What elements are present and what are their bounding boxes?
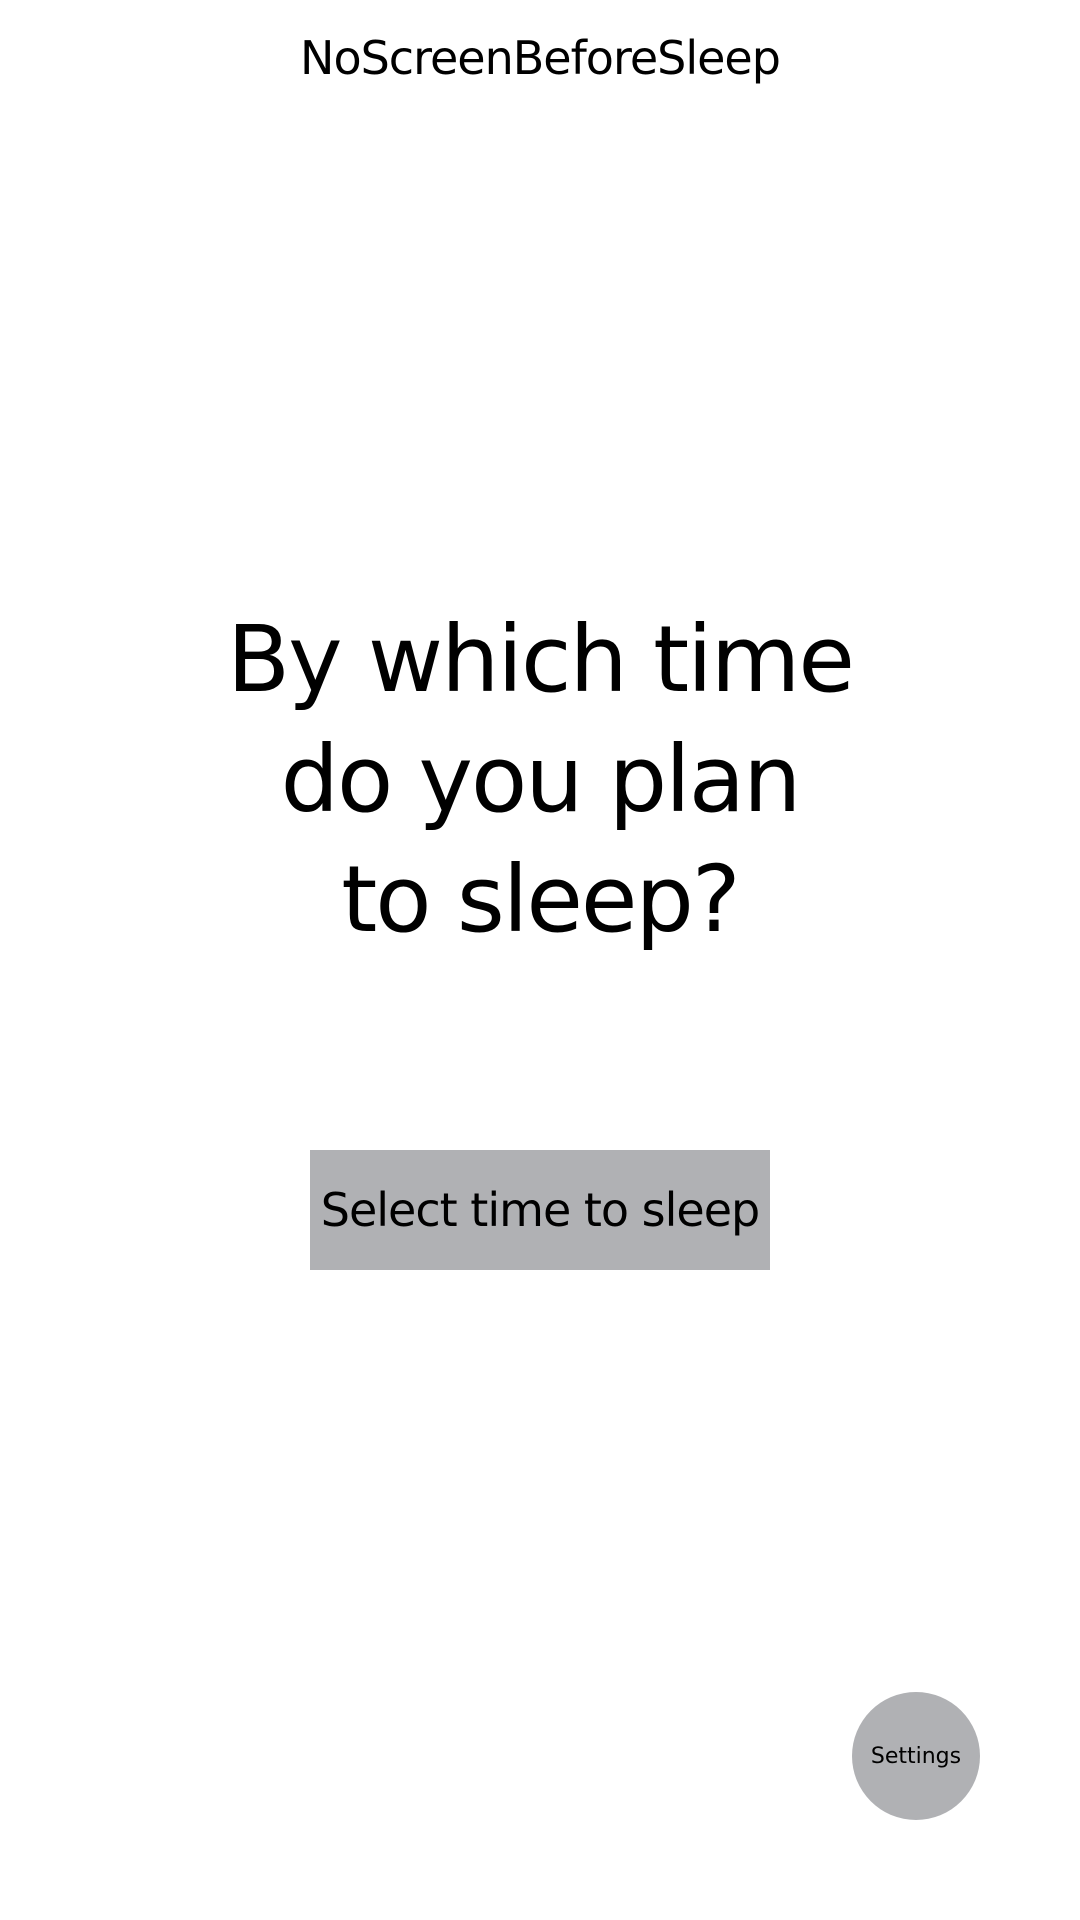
question-line-2: do you plan — [280, 726, 802, 833]
sleep-time-question: By which time do you plan to sleep? — [140, 600, 940, 960]
select-time-to-sleep-button[interactable]: Select time to sleep — [310, 1150, 770, 1270]
settings-button[interactable]: Settings — [852, 1692, 980, 1820]
question-line-1: By which time — [227, 606, 855, 713]
question-line-3: to sleep? — [341, 846, 741, 953]
app-title: NoScreenBeforeSleep — [300, 31, 781, 85]
